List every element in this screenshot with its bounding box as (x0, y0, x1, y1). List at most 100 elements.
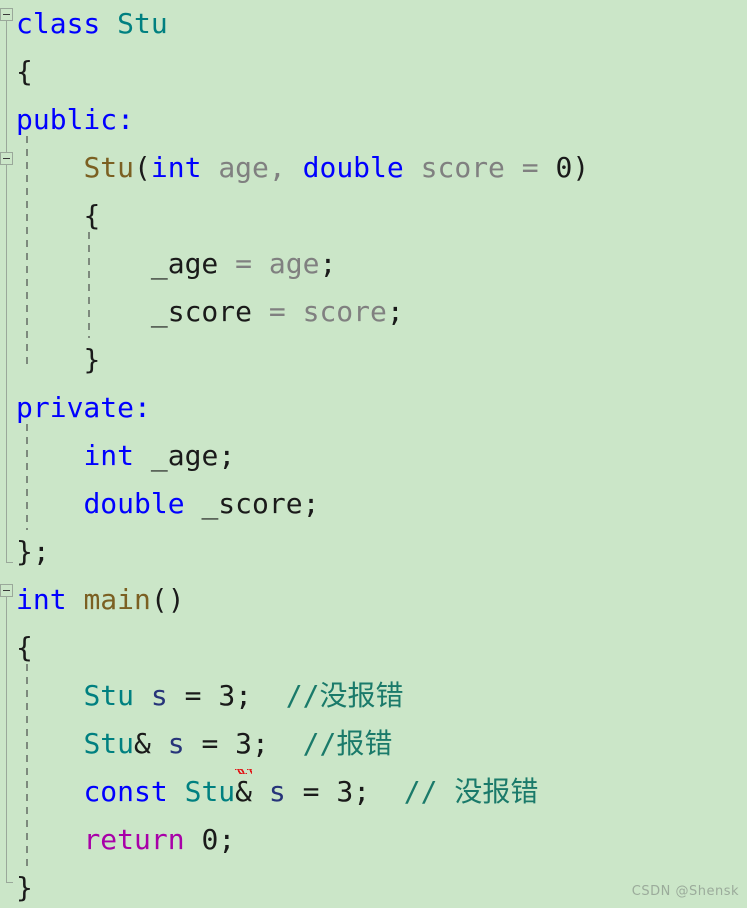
code-line[interactable]: class Stu (0, 0, 747, 48)
code-token: score (302, 295, 387, 328)
code-token: //没报错 (285, 679, 404, 712)
code-token: = (167, 679, 219, 712)
code-token: ; (235, 679, 253, 712)
code-token: ; (319, 247, 337, 280)
code-token: private: (16, 391, 151, 424)
code-token: ; (218, 439, 236, 472)
code-token: Stu (83, 727, 135, 760)
code-token: int (83, 439, 135, 472)
code-token: return (83, 823, 185, 856)
error-token: 3 (235, 720, 252, 774)
code-token: main (83, 583, 151, 616)
code-line[interactable]: const Stu& s = 3; // 没报错 (0, 768, 747, 816)
code-token: _score (150, 295, 253, 328)
code-line[interactable]: }; (0, 528, 747, 576)
code-token: Stu (117, 7, 168, 40)
code-token: = (504, 151, 556, 184)
code-content[interactable]: class Stu{public: Stu(int age, double sc… (0, 0, 747, 908)
code-token: s (268, 775, 286, 808)
code-line[interactable]: double _score; (0, 480, 747, 528)
code-editor[interactable]: class Stu{public: Stu(int age, double sc… (0, 0, 747, 908)
code-token: ( (134, 151, 151, 184)
code-token: ; (302, 487, 320, 520)
code-token: class (16, 7, 101, 40)
code-line[interactable]: public: (0, 96, 747, 144)
code-token: & (235, 775, 253, 808)
code-line[interactable]: Stu s = 3; //没报错 (0, 672, 747, 720)
code-token: _age (150, 247, 219, 280)
code-token: } (16, 871, 33, 904)
code-token: int (150, 151, 202, 184)
code-token: { (16, 631, 33, 664)
code-token: double (302, 151, 404, 184)
code-token: int (16, 583, 67, 616)
code-token: // 没报错 (403, 775, 539, 808)
code-token: 0 (555, 151, 573, 184)
code-line[interactable]: { (0, 192, 747, 240)
code-token: = (252, 295, 303, 328)
code-token: _age (150, 439, 219, 472)
code-token: s (150, 679, 168, 712)
code-token: ) (572, 151, 590, 184)
code-token: ; (353, 775, 371, 808)
code-token: age (268, 247, 320, 280)
code-line[interactable]: { (0, 624, 747, 672)
code-token: = (218, 247, 269, 280)
code-token: score (420, 151, 505, 184)
code-token: const (83, 775, 168, 808)
code-token: age (218, 151, 269, 184)
code-line[interactable]: _score = score; (0, 288, 747, 336)
code-token: Stu (184, 775, 236, 808)
code-token: & (134, 727, 151, 760)
code-token: s (167, 727, 185, 760)
code-token: { (83, 199, 101, 232)
code-line[interactable]: return 0; (0, 816, 747, 864)
code-line[interactable]: private: (0, 384, 747, 432)
code-line[interactable]: int _age; (0, 432, 747, 480)
code-token: Stu (83, 679, 135, 712)
code-line[interactable]: Stu(int age, double score = 0) (0, 144, 747, 192)
code-token: double (83, 487, 185, 520)
code-line[interactable]: Stu& s = 3; //报错 (0, 720, 747, 774)
code-token: }; (16, 535, 50, 568)
code-token: 3 (336, 775, 354, 808)
code-token: _score (201, 487, 303, 520)
code-line[interactable]: _age = age; (0, 240, 747, 288)
code-token: } (83, 343, 101, 376)
code-token: 0 (201, 823, 219, 856)
code-token: = (184, 727, 236, 760)
code-token: = (285, 775, 337, 808)
code-token: //报错 (302, 727, 393, 760)
code-line[interactable]: int main() (0, 576, 747, 624)
code-token: () (150, 583, 185, 616)
code-line[interactable]: } (0, 336, 747, 384)
code-token: Stu (83, 151, 135, 184)
code-token: ; (252, 727, 269, 760)
code-line[interactable]: { (0, 48, 747, 96)
code-token: ; (218, 823, 236, 856)
code-token: ; (386, 295, 404, 328)
